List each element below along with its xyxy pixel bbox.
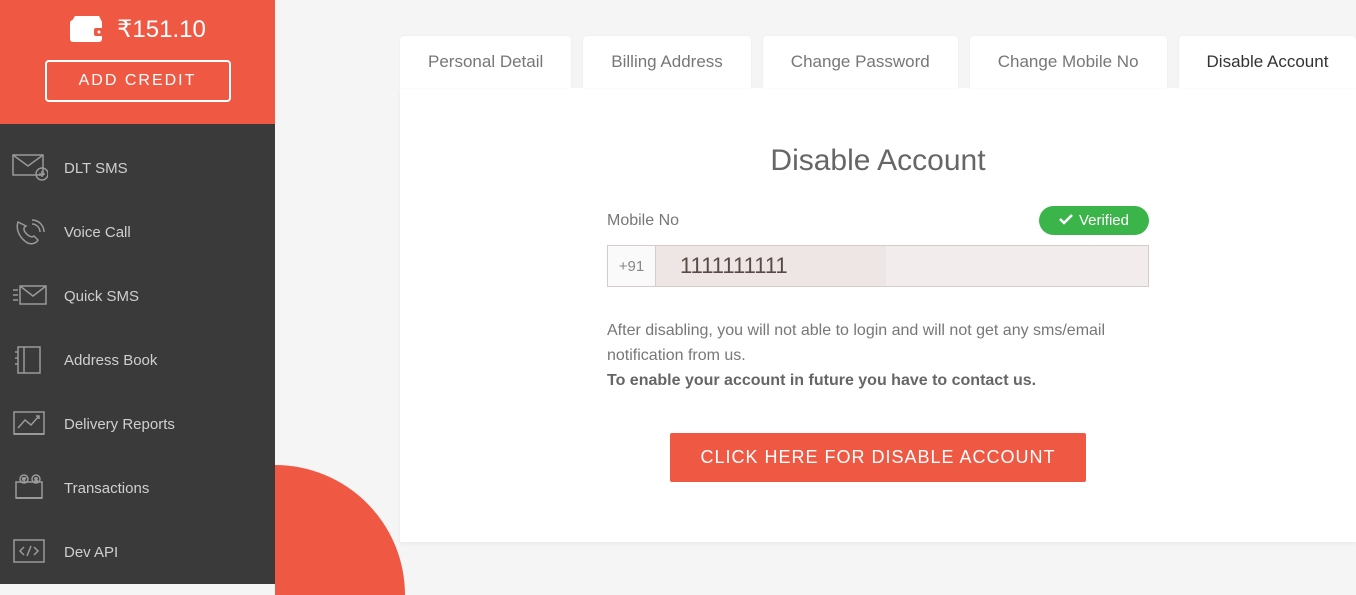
- code-icon: [12, 538, 48, 566]
- sidebar-item-label: Address Book: [64, 352, 157, 369]
- disclaimer-line1: After disabling, you will not able to lo…: [607, 322, 1105, 364]
- tabs: Personal Detail Billing Address Change P…: [400, 36, 1356, 88]
- tab-billing-address[interactable]: Billing Address: [583, 36, 751, 88]
- credit-amount: ₹151.10: [117, 15, 206, 44]
- sidebar-item-label: Delivery Reports: [64, 416, 175, 433]
- svg-text:₹: ₹: [22, 477, 26, 484]
- sidebar-item-label: Voice Call: [64, 224, 131, 241]
- phone-input-rest: [886, 246, 1148, 286]
- disclaimer: After disabling, you will not able to lo…: [607, 319, 1149, 393]
- credit-balance: ₹151.10: [20, 14, 255, 44]
- tab-personal-detail[interactable]: Personal Detail: [400, 36, 571, 88]
- sidebar-item-label: Quick SMS: [64, 288, 139, 305]
- phone-number: 1111111111: [656, 246, 886, 286]
- disclaimer-line2: To enable your account in future you hav…: [607, 372, 1036, 389]
- verified-badge: Verified: [1039, 206, 1149, 235]
- money-icon: ₹$: [12, 474, 48, 502]
- mobile-field-row: Mobile No Verified: [607, 206, 1149, 235]
- sidebar: ₹151.10 ADD CREDIT DLT SMS Voice Call Qu…: [0, 0, 275, 584]
- envelope-fast-icon: [12, 282, 48, 310]
- sidebar-nav: DLT SMS Voice Call Quick SMS Address Boo…: [0, 124, 275, 584]
- tab-change-mobile-no[interactable]: Change Mobile No: [970, 36, 1167, 88]
- sidebar-item-dlt-sms[interactable]: DLT SMS: [0, 136, 275, 200]
- decorative-blob: [275, 465, 405, 595]
- sidebar-item-voice-call[interactable]: Voice Call: [0, 200, 275, 264]
- tab-change-password[interactable]: Change Password: [763, 36, 958, 88]
- sidebar-item-label: Dev API: [64, 544, 118, 561]
- add-credit-button[interactable]: ADD CREDIT: [45, 60, 231, 102]
- phone-input[interactable]: +91 1111111111: [607, 245, 1149, 287]
- check-icon: [1059, 212, 1073, 229]
- chart-icon: [12, 410, 48, 438]
- sidebar-item-label: DLT SMS: [64, 160, 128, 177]
- wallet-icon: [69, 14, 105, 44]
- sidebar-item-dev-api[interactable]: Dev API: [0, 520, 275, 584]
- sidebar-item-address-book[interactable]: Address Book: [0, 328, 275, 392]
- sidebar-item-transactions[interactable]: ₹$ Transactions: [0, 456, 275, 520]
- verified-label: Verified: [1079, 212, 1129, 229]
- book-icon: [12, 346, 48, 374]
- panel-disable-account: Disable Account Mobile No Verified +91 1…: [400, 88, 1356, 542]
- disable-account-button[interactable]: CLICK HERE FOR DISABLE ACCOUNT: [670, 433, 1085, 482]
- mobile-label: Mobile No: [607, 212, 679, 230]
- tab-disable-account[interactable]: Disable Account: [1179, 36, 1356, 88]
- phone-prefix: +91: [608, 246, 656, 286]
- panel-title: Disable Account: [607, 144, 1149, 178]
- sidebar-item-quick-sms[interactable]: Quick SMS: [0, 264, 275, 328]
- sidebar-item-label: Transactions: [64, 480, 149, 497]
- main-content: Personal Detail Billing Address Change P…: [400, 36, 1356, 542]
- credit-box: ₹151.10 ADD CREDIT: [0, 0, 275, 124]
- phone-icon: [12, 218, 48, 246]
- envelope-plus-icon: [12, 154, 48, 182]
- sidebar-item-delivery-reports[interactable]: Delivery Reports: [0, 392, 275, 456]
